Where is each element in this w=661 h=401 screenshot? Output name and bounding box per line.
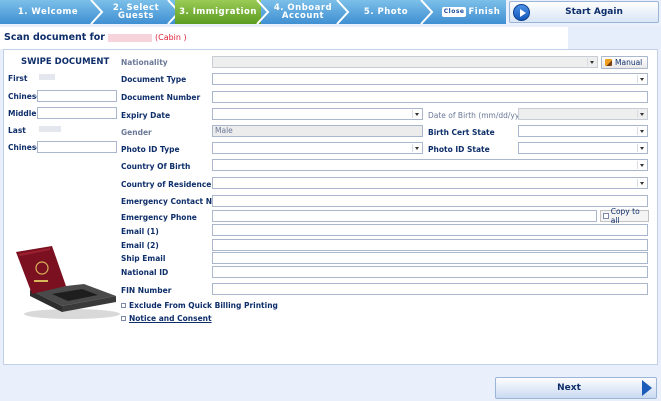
close-badge: Close bbox=[441, 7, 467, 17]
scan-header: Scan document for (Cabin ) bbox=[0, 27, 661, 49]
checkbox-icon bbox=[603, 213, 609, 219]
photo-id-state-label: Photo ID State bbox=[428, 145, 490, 154]
middle-name-label: Middle bbox=[8, 109, 37, 118]
document-type-label: Document Type bbox=[121, 75, 187, 84]
chevron-right-icon bbox=[336, 0, 350, 24]
emergency-contact-name-field[interactable] bbox=[212, 195, 648, 207]
country-of-birth-label: Country Of Birth bbox=[121, 162, 191, 171]
nationality-select[interactable] bbox=[212, 56, 598, 68]
chevron-down-icon bbox=[637, 75, 646, 83]
date-of-birth-label: Date of Birth (mm/dd/yy) bbox=[428, 111, 523, 120]
expiry-date-label: Expiry Date bbox=[121, 111, 171, 120]
wizard-step-welcome[interactable]: 1. Welcome bbox=[0, 0, 96, 24]
date-of-birth-field[interactable] bbox=[518, 108, 648, 120]
ship-email-field[interactable] bbox=[212, 252, 648, 264]
first-name-field[interactable] bbox=[37, 72, 117, 84]
arrow-right-icon bbox=[642, 380, 652, 396]
notice-consent-checkbox[interactable]: Notice and Consent bbox=[121, 314, 212, 323]
middle-name-field[interactable] bbox=[37, 107, 117, 119]
wizard-step-onboard-account[interactable]: 4. Onboard Account bbox=[266, 0, 340, 24]
expiry-date-field[interactable] bbox=[212, 108, 423, 120]
exclude-billing-checkbox[interactable]: Exclude From Quick Billing Printing bbox=[121, 301, 278, 310]
copy-to-all-checkbox[interactable]: Copy to all bbox=[600, 207, 649, 225]
chevron-down-icon bbox=[412, 110, 421, 118]
last-name-field[interactable] bbox=[37, 124, 117, 136]
emergency-phone-label: Emergency Phone bbox=[121, 213, 197, 222]
chevron-down-icon bbox=[637, 179, 646, 187]
photo-id-type-select[interactable] bbox=[212, 142, 423, 154]
photo-id-type-label: Photo ID Type bbox=[121, 145, 180, 154]
document-type-select[interactable] bbox=[212, 73, 648, 85]
fin-number-field[interactable] bbox=[212, 283, 648, 295]
chevron-down-icon bbox=[587, 58, 596, 66]
nationality-label: Nationality bbox=[121, 58, 168, 67]
pencil-icon bbox=[605, 59, 612, 66]
last-name-label: Last bbox=[8, 126, 26, 135]
country-of-residence-label: Country of Residence bbox=[121, 180, 212, 189]
page-title: Scan document for (Cabin ) bbox=[4, 32, 187, 43]
wizard-step-photo[interactable]: 5. Photo bbox=[350, 0, 422, 24]
gender-field[interactable]: Male bbox=[212, 125, 423, 137]
start-again-button[interactable]: Start Again bbox=[509, 1, 659, 23]
emergency-phone-field[interactable] bbox=[212, 210, 597, 222]
wizard-step-finish[interactable]: Close Finish bbox=[436, 0, 506, 24]
manual-button[interactable]: Manual bbox=[601, 56, 648, 69]
passport-scanner-image bbox=[16, 246, 120, 319]
chinese-first-field[interactable] bbox=[37, 90, 117, 102]
play-icon bbox=[513, 3, 530, 21]
fin-number-label: FIN Number bbox=[121, 286, 172, 295]
wizard-bar: 1. Welcome 2. Select Guests 3. Immigrati… bbox=[0, 0, 506, 24]
chinese-last-field[interactable] bbox=[37, 141, 117, 153]
chevron-down-icon bbox=[412, 144, 421, 152]
country-of-birth-select[interactable] bbox=[212, 159, 648, 171]
chevron-down-icon bbox=[637, 127, 646, 135]
email2-field[interactable] bbox=[212, 239, 648, 251]
national-id-field[interactable] bbox=[212, 266, 648, 278]
ship-email-label: Ship Email bbox=[121, 254, 166, 263]
swipe-document-title: SWIPE DOCUMENT bbox=[21, 57, 110, 67]
chevron-down-icon bbox=[637, 161, 646, 169]
chevron-down-icon bbox=[637, 110, 646, 118]
photo-id-state-select[interactable] bbox=[518, 142, 648, 154]
email1-label: Email (1) bbox=[121, 227, 159, 236]
birth-cert-state-select[interactable] bbox=[518, 125, 648, 137]
wizard-step-immigration[interactable]: 3. Immigration bbox=[175, 0, 261, 24]
email2-label: Email (2) bbox=[121, 241, 159, 250]
national-id-label: National ID bbox=[121, 268, 169, 277]
email1-field[interactable] bbox=[212, 224, 648, 236]
gender-label: Gender bbox=[121, 128, 152, 137]
header-strip-right bbox=[568, 27, 661, 49]
birth-cert-state-label: Birth Cert State bbox=[428, 128, 495, 137]
main-panel: SWIPE DOCUMENT First Chinese Middle Last… bbox=[3, 49, 658, 365]
country-of-residence-select[interactable] bbox=[212, 177, 648, 189]
first-name-label: First bbox=[8, 74, 28, 83]
chevron-right-icon bbox=[420, 0, 434, 24]
guest-name-redacted bbox=[107, 33, 152, 42]
document-number-label: Document Number bbox=[121, 93, 201, 102]
wizard-step-select-guests[interactable]: 2. Select Guests bbox=[100, 0, 172, 24]
document-number-field[interactable] bbox=[212, 91, 648, 103]
chevron-down-icon bbox=[637, 144, 646, 152]
next-button[interactable]: Next bbox=[495, 377, 657, 399]
